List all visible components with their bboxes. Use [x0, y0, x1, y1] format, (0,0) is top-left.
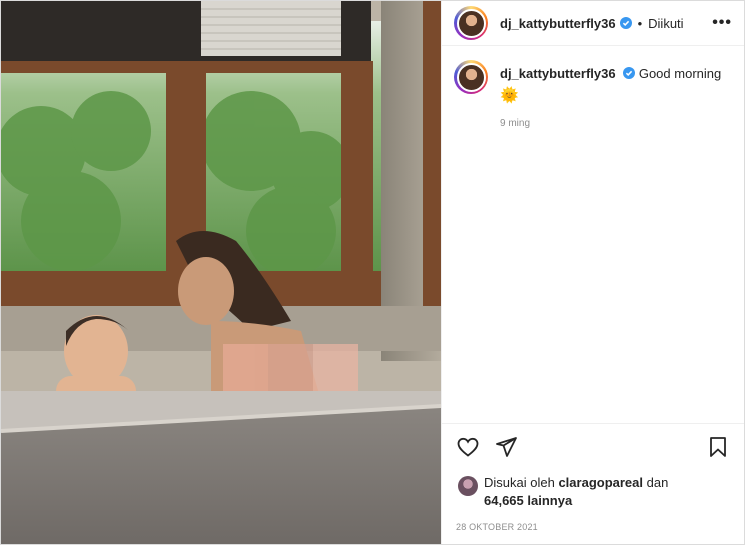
caption-text: Good morning	[638, 66, 722, 81]
caption-avatar[interactable]	[454, 60, 488, 94]
action-bar	[442, 423, 744, 470]
more-options-icon[interactable]: •••	[712, 14, 732, 32]
post-photo[interactable]	[1, 1, 441, 544]
post-date[interactable]: 28 OKTOBER 2021	[442, 510, 744, 544]
post-side-panel: dj_kattybutterfly36 • Diikuti ••• dj_kat…	[441, 1, 744, 544]
likes-summary: Disukai oleh claragopareal dan 64,665 la…	[442, 470, 744, 510]
likes-prefix: Disukai oleh	[484, 475, 555, 490]
bookmark-icon[interactable]	[706, 435, 730, 459]
verified-badge-icon	[623, 67, 636, 79]
username-link[interactable]: dj_kattybutterfly36	[500, 16, 616, 31]
separator-dot: •	[637, 15, 643, 31]
verified-badge-icon	[619, 17, 632, 29]
following-button[interactable]: Diikuti	[648, 16, 683, 31]
instagram-post: dj_kattybutterfly36 • Diikuti ••• dj_kat…	[0, 0, 745, 545]
caption: dj_kattybutterfly36 Good morning 🌞 9 min…	[442, 46, 744, 133]
send-icon[interactable]	[494, 435, 518, 459]
caption-username[interactable]: dj_kattybutterfly36	[500, 66, 616, 81]
avatar-image	[456, 62, 486, 92]
liker-username[interactable]: claragopareal	[558, 475, 643, 490]
likes-joiner: dan	[646, 475, 669, 490]
profile-avatar[interactable]	[454, 6, 488, 40]
likes-count[interactable]: 64,665 lainnya	[484, 493, 572, 508]
avatar-image	[456, 8, 486, 38]
post-header: dj_kattybutterfly36 • Diikuti •••	[442, 1, 744, 46]
sun-emoji: 🌞	[500, 87, 519, 104]
bath-scene-image	[1, 1, 441, 544]
heart-icon[interactable]	[456, 435, 480, 459]
liker-avatar[interactable]	[458, 476, 478, 496]
caption-timestamp[interactable]: 9 ming	[500, 115, 721, 133]
